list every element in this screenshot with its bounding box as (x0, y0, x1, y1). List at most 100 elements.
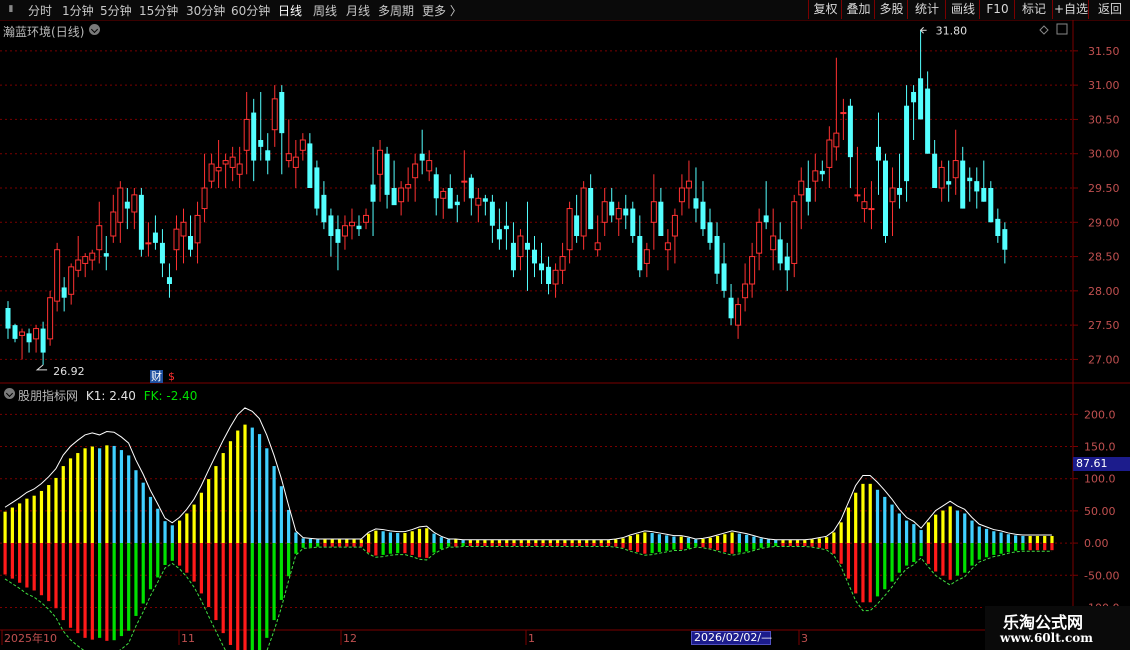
chart-canvas[interactable]: 31.5031.0030.5030.0029.5029.0028.5028.00… (0, 0, 1130, 650)
ind-bar-up-129 (941, 510, 945, 544)
indicator-menu-icon[interactable] (4, 388, 15, 399)
ind-bar-up-106 (774, 540, 778, 544)
ind-bar-down-124 (904, 543, 909, 566)
ind-bar-up-2 (18, 503, 22, 544)
ind-bar-up-100 (730, 532, 734, 544)
finance-icon[interactable]: 财 (150, 370, 163, 383)
ind-bar-down-14 (105, 543, 109, 641)
candle-body-45 (321, 194, 327, 223)
ind-bar-down-9 (68, 543, 73, 628)
indicator-current-value: 87.61 (1076, 457, 1108, 470)
candle-body-18 (131, 194, 138, 213)
ind-bar-down-10 (76, 543, 80, 634)
ind-bar-down-6 (47, 543, 51, 602)
ind-bar-down-45 (330, 543, 334, 547)
ind-bar-down-53 (388, 543, 393, 554)
ind-bar-down-86 (628, 543, 632, 551)
ind-bar-up-65 (476, 540, 480, 544)
ind-bar-down-114 (832, 543, 836, 554)
ind-bar-up-10 (76, 453, 80, 544)
ind-bar-up-92 (672, 536, 676, 544)
candle-body-0 (5, 308, 11, 329)
candle-body-91 (643, 249, 650, 264)
ind-bar-up-111 (810, 539, 814, 544)
ind-bar-down-90 (657, 543, 661, 552)
ind-bar-down-5 (39, 543, 44, 596)
ind-bar-down-83 (606, 543, 611, 547)
candle-body-140 (988, 188, 994, 223)
candle-body-142 (1002, 229, 1008, 250)
ind-bar-down-34 (250, 543, 254, 650)
dollar-icon[interactable]: $ (168, 370, 175, 383)
ind-bar-up-33 (243, 424, 247, 544)
candle-body-139 (981, 188, 987, 202)
candle-body-33 (236, 163, 243, 175)
candle-body-47 (335, 229, 341, 243)
candle-body-73 (517, 235, 524, 258)
ind-bar-down-101 (737, 543, 741, 553)
ind-bar-up-81 (592, 540, 596, 544)
candle-body-132 (932, 153, 938, 188)
ind-bar-down-62 (454, 543, 458, 547)
ind-bar-up-64 (468, 540, 472, 544)
candle-body-103 (728, 297, 734, 319)
ind-bar-up-7 (54, 477, 58, 544)
ind-bar-down-11 (83, 543, 87, 638)
low-arrow (35, 364, 48, 371)
candle-body-115 (812, 170, 819, 182)
ind-bar-up-8 (61, 466, 65, 544)
cursor-date: 2026/02/02/— (694, 631, 773, 644)
ind-bar-down-24 (177, 543, 182, 566)
candle-body-94 (664, 242, 671, 251)
ind-bar-up-52 (381, 531, 385, 544)
candle-body-106 (749, 256, 756, 285)
high-label: 31.80 (936, 24, 968, 37)
ind-bar-up-125 (912, 524, 916, 544)
candle-body-64 (454, 201, 460, 206)
ind-bar-down-15 (112, 543, 116, 641)
ind-bar-up-133 (970, 520, 974, 544)
ind-bar-up-99 (723, 534, 727, 544)
xaxis-label-0: 2025年10 (4, 631, 57, 645)
ind-bar-up-70 (512, 540, 516, 544)
ind-bar-up-97 (708, 537, 712, 544)
candle-body-40 (285, 153, 292, 162)
ind-bar-down-93 (679, 543, 683, 550)
candle-body-102 (721, 263, 727, 291)
candle-body-110 (777, 239, 783, 264)
candle-body-72 (510, 242, 516, 271)
ind-bar-down-39 (287, 543, 291, 577)
low-label: 26.92 (53, 365, 85, 378)
candle-body-74 (524, 242, 530, 250)
ind-bar-down-130 (948, 543, 952, 580)
ind-bar-up-75 (548, 540, 552, 544)
candle-body-43 (307, 143, 313, 188)
ind-bar-down-88 (643, 543, 647, 554)
candle-body-10 (75, 259, 82, 271)
ind-bar-down-132 (963, 543, 967, 573)
ind-bar-down-133 (970, 543, 974, 566)
candle-body-66 (468, 177, 474, 199)
ind-bar-down-94 (686, 543, 691, 549)
candle-body-87 (615, 208, 622, 220)
ind-tick-label-0: 200.0 (1084, 408, 1116, 421)
ind-bar-down-118 (861, 543, 865, 603)
ind-bar-up-142 (1035, 535, 1040, 544)
xaxis-label-3: 1 (528, 632, 535, 645)
candle-body-67 (475, 197, 482, 206)
price-tick-label-9: 27.00 (1088, 353, 1120, 366)
ind-bar-down-25 (185, 543, 189, 573)
candle-body-81 (574, 215, 580, 236)
ind-bar-up-31 (228, 441, 233, 544)
ind-bar-up-58 (425, 528, 429, 544)
ind-bar-down-65 (476, 543, 480, 547)
candle-body-12 (89, 252, 96, 261)
ind-bar-down-69 (505, 543, 509, 547)
candle-body-58 (412, 163, 419, 179)
ind-bar-down-67 (490, 543, 494, 547)
xaxis-label-1: 11 (181, 632, 195, 645)
ind-bar-down-4 (32, 543, 36, 591)
candle-body-101 (714, 236, 720, 274)
price-tick-label-8: 27.50 (1088, 319, 1120, 332)
ind-bar-up-87 (635, 534, 640, 544)
